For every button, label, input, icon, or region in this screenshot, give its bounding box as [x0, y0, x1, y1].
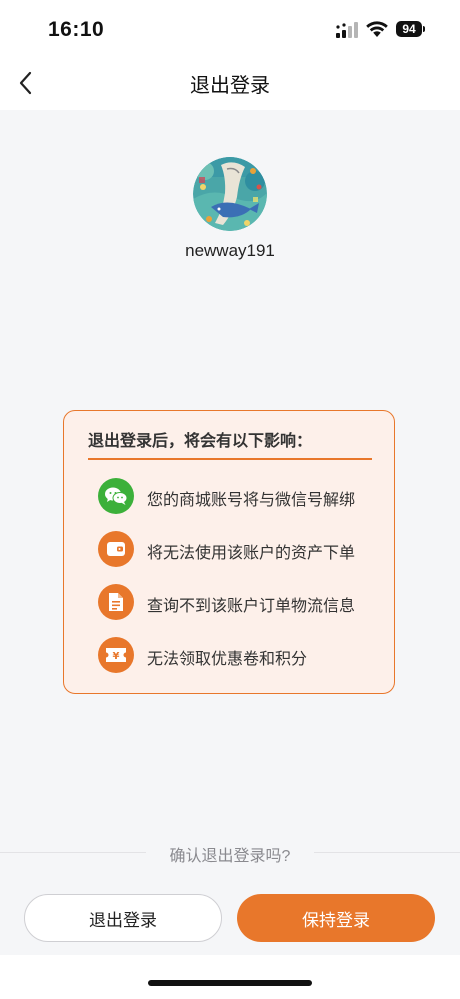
impact-item: 查询不到该账户订单物流信息 [98, 584, 388, 620]
cellular-signal-icon [336, 22, 358, 38]
impact-card: 退出登录后，将会有以下影响： 您的商城账号将与微信号解绑 将无法使用该账户的资产… [63, 410, 395, 694]
status-time: 16:10 [48, 18, 105, 41]
svg-text:¥: ¥ [113, 651, 120, 662]
username: newway191 [185, 241, 275, 260]
bottom-safe-area [0, 955, 460, 999]
avatar-image [193, 157, 267, 231]
impact-item-text: 您的商城账号将与微信号解绑 [147, 492, 356, 509]
confirm-text: 确认退出登录吗? [169, 848, 291, 865]
battery-icon: 94 [396, 21, 426, 39]
impact-item-text: 将无法使用该账户的资产下单 [147, 545, 356, 562]
confirm-prompt: 确认退出登录吗? [0, 842, 460, 865]
stay-logged-in-button[interactable]: 保持登录 [237, 894, 435, 942]
avatar [193, 157, 267, 231]
impact-item: 您的商城账号将与微信号解绑 [98, 478, 388, 514]
impact-card-title: 退出登录后，将会有以下影响： [88, 433, 313, 450]
wifi-icon [366, 21, 388, 37]
home-indicator[interactable] [148, 980, 312, 986]
impact-item: ¥ 无法领取优惠卷和积分 [98, 637, 388, 673]
battery-cap [423, 26, 425, 32]
logout-button[interactable]: 退出登录 [24, 894, 222, 942]
battery-level: 94 [396, 21, 422, 37]
wallet-icon [98, 531, 134, 567]
impact-item: 将无法使用该账户的资产下单 [98, 531, 388, 567]
divider [88, 458, 372, 460]
page-title: 退出登录 [190, 75, 270, 97]
coupon-icon: ¥ [98, 637, 134, 673]
nav-bar: 退出登录 [0, 58, 460, 110]
status-bar: 16:10 94 [0, 0, 460, 58]
logout-page: 16:10 94 退出登录 newway191 退出登录后，将会有以下影响： 您… [0, 0, 460, 999]
impact-item-text: 查询不到该账户订单物流信息 [147, 598, 356, 615]
impact-item-text: 无法领取优惠卷和积分 [147, 651, 308, 668]
wechat-icon [98, 478, 134, 514]
document-icon [98, 584, 134, 620]
